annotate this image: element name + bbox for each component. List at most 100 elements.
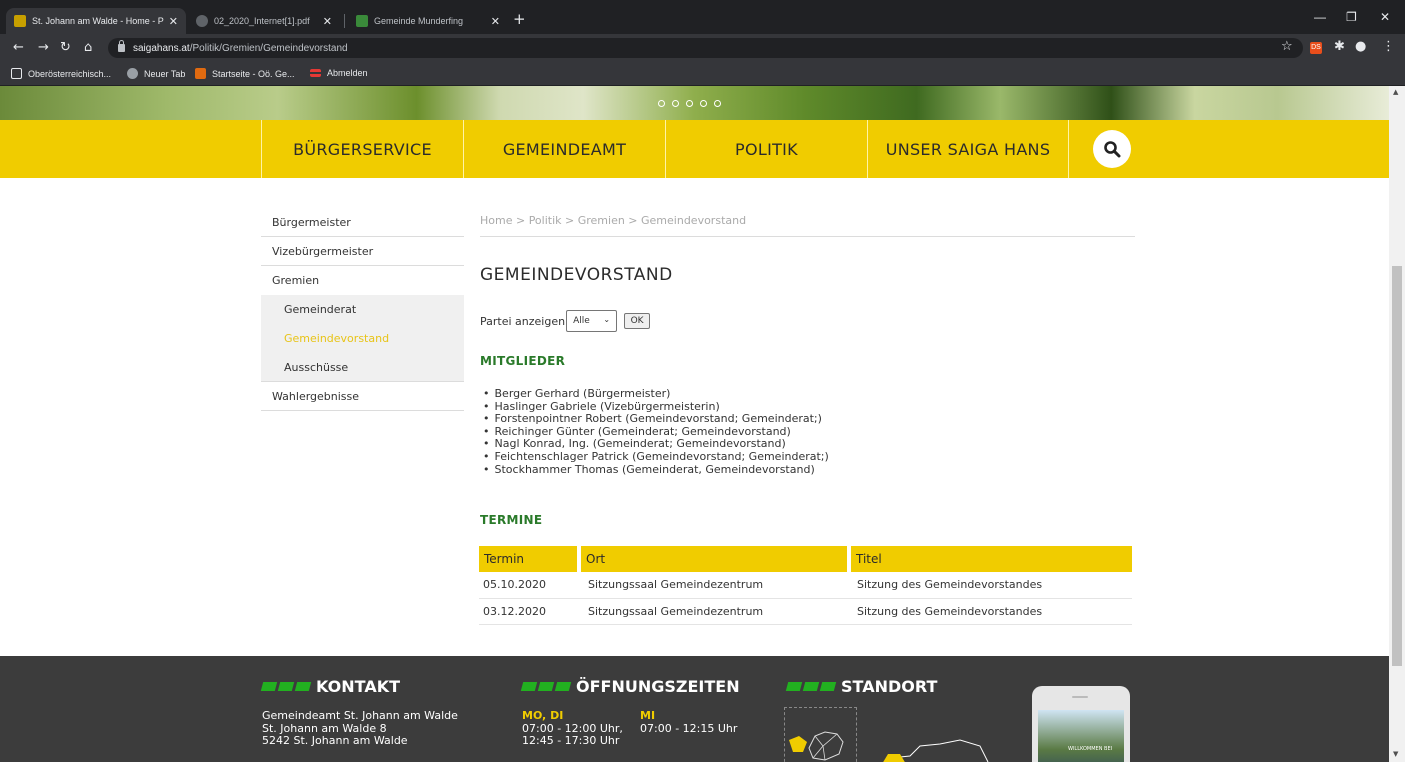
column-header-termin: Termin: [479, 546, 581, 572]
new-tab-icon[interactable]: +: [513, 10, 526, 28]
restore-icon[interactable]: ❐: [1346, 10, 1357, 24]
sidebar-item-gemeindevorstand[interactable]: Gemeindevorstand: [261, 324, 464, 353]
bookmark-item[interactable]: Neuer Tab: [127, 68, 185, 79]
menu-kebab-icon[interactable]: ⋮: [1382, 40, 1395, 54]
sidebar-item-ausschuesse[interactable]: Ausschüsse: [261, 353, 464, 382]
minimize-icon[interactable]: —: [1314, 10, 1326, 24]
tab-munderfing[interactable]: Gemeinde Munderfing ✕: [348, 8, 508, 34]
footer-standort-title-text: STANDORT: [841, 677, 938, 696]
breadcrumb[interactable]: Home > Politik > Gremien > Gemeindevorst…: [480, 214, 746, 227]
list-item: Berger Gerhard (Bürgermeister): [483, 387, 829, 401]
phone-speaker: [1072, 696, 1088, 698]
ok-button[interactable]: OK: [624, 313, 651, 329]
list-item: Feichtenschlager Patrick (Gemeindevorsta…: [483, 450, 829, 464]
opening-time: 12:45 - 17:30 Uhr: [522, 734, 620, 747]
close-icon[interactable]: ✕: [323, 15, 332, 28]
phone-welcome-text: WILLKOMMEN BEI: [1068, 746, 1113, 752]
termin-location: Sitzungssaal Gemeindezentrum: [579, 572, 849, 599]
back-icon[interactable]: ←: [13, 41, 24, 55]
site-footer: KONTAKT Gemeindeamt St. Johann am Walde …: [0, 656, 1389, 762]
slider-dot[interactable]: [658, 100, 665, 107]
url-path: /Politik/Gremien/Gemeindevorstand: [189, 42, 348, 54]
nav-unser-saiga-hans[interactable]: UNSER SAIGA HANS: [867, 120, 1069, 178]
footer-kontakt-title: KONTAKT: [260, 677, 401, 696]
scroll-down-icon[interactable]: ▼: [1393, 750, 1398, 758]
window-close-icon[interactable]: ✕: [1380, 10, 1390, 24]
browser-tab-bar: St. Johann am Walde - Home - P ✕ 02_2020…: [0, 0, 1405, 34]
bookmark-label: Abmelden: [327, 68, 368, 78]
nav-politik[interactable]: POLITIK: [665, 120, 867, 178]
table-row: 03.12.2020 Sitzungssaal Gemeindezentrum …: [479, 598, 1132, 625]
app-promo-phone[interactable]: WILLKOMMEN BEI: [1032, 686, 1130, 762]
members-list: Berger Gerhard (Bürgermeister) Haslinger…: [483, 387, 829, 477]
party-select[interactable]: Alle ⌄: [566, 310, 618, 332]
search-button[interactable]: [1093, 130, 1131, 168]
scroll-up-icon[interactable]: ▲: [1393, 88, 1398, 96]
termin-location: Sitzungssaal Gemeindezentrum: [579, 598, 849, 625]
extensions-puzzle-icon[interactable]: ✱: [1334, 40, 1345, 54]
bookmark-item[interactable]: Abmelden: [310, 68, 368, 78]
reload-icon[interactable]: ↻: [60, 41, 71, 55]
url-host: saigahans.at: [133, 42, 190, 54]
tab-title: 02_2020_Internet[1].pdf: [214, 16, 310, 26]
chevron-down-icon: ⌄: [603, 315, 611, 324]
sidebar-item-vizebuergermeister[interactable]: Vizebürgermeister: [261, 237, 464, 266]
table-row: 05.10.2020 Sitzungssaal Gemeindezentrum …: [479, 572, 1132, 599]
column-header-titel: Titel: [849, 546, 1132, 572]
browser-toolbar: ← → ↻ ⌂ saigahans.at /Politik/Gremien/Ge…: [0, 34, 1405, 62]
slider-dot[interactable]: [686, 100, 693, 107]
opening-hours-mo-di: MO, DI 07:00 - 12:00 Uhr, 12:45 - 17:30 …: [522, 709, 623, 748]
close-icon[interactable]: ✕: [169, 15, 178, 28]
profile-avatar-icon[interactable]: ●: [1355, 40, 1366, 54]
sidebar-navigation: Bürgermeister Vizebürgermeister Gremien …: [261, 208, 464, 411]
slider-dot[interactable]: [714, 100, 721, 107]
list-item: Forstenpointner Robert (Gemeindevorstand…: [483, 413, 829, 426]
opening-day: MO, DI: [522, 709, 564, 722]
slider-dot[interactable]: [672, 100, 679, 107]
list-item: Stockhammer Thomas (Gemeinderat, Gemeind…: [483, 463, 829, 477]
lock-icon: [118, 40, 125, 52]
sidebar-item-wahlergebnisse[interactable]: Wahlergebnisse: [261, 382, 464, 411]
nav-buergerservice[interactable]: BÜRGERSERVICE: [261, 120, 463, 178]
members-heading: MITGLIEDER: [480, 354, 566, 368]
page-title: GEMEINDEVORSTAND: [480, 265, 673, 285]
extension-icon[interactable]: DS: [1310, 42, 1322, 54]
party-filter: Partei anzeigen Alle ⌄ OK: [480, 310, 651, 332]
footer-oeffnungszeiten-title: ÖFFNUNGSZEITEN: [520, 677, 740, 696]
search-icon: [1104, 141, 1121, 158]
bookmark-favicon-icon: [11, 68, 22, 79]
filter-label: Partei anzeigen: [480, 314, 566, 328]
globe-icon: [127, 68, 138, 79]
location-map-small[interactable]: [784, 707, 857, 762]
scrollbar-thumb[interactable]: [1392, 266, 1402, 666]
tab-title: St. Johann am Walde - Home - P: [32, 16, 164, 26]
bookmark-item[interactable]: Oberösterreichisch...: [11, 68, 111, 79]
party-select-value: Alle: [573, 316, 590, 326]
termin-date: 05.10.2020: [479, 572, 579, 599]
footer-kontakt-title-text: KONTAKT: [316, 677, 401, 696]
slider-dot[interactable]: [700, 100, 707, 107]
green-bars-icon: [785, 682, 837, 691]
address-bar[interactable]: saigahans.at /Politik/Gremien/Gemeindevo…: [108, 38, 1303, 58]
nav-gemeindeamt[interactable]: GEMEINDEAMT: [463, 120, 665, 178]
sidebar-item-buergermeister[interactable]: Bürgermeister: [261, 208, 464, 237]
bookmark-label: Neuer Tab: [144, 68, 186, 79]
page-scrollbar[interactable]: ▲ ▼: [1389, 86, 1405, 762]
close-icon[interactable]: ✕: [491, 15, 500, 28]
termine-heading: TERMINE: [480, 513, 543, 527]
home-icon[interactable]: ⌂: [84, 41, 92, 55]
page-viewport: BÜRGERSERVICE GEMEINDEAMT POLITIK UNSER …: [0, 86, 1389, 762]
breadcrumb-divider: [480, 236, 1135, 237]
tab-pdf[interactable]: 02_2020_Internet[1].pdf ✕: [188, 8, 340, 34]
column-header-ort: Ort: [579, 546, 851, 572]
termin-title: Sitzung des Gemeindevorstandes: [849, 598, 1132, 625]
sidebar-item-gemeinderat[interactable]: Gemeinderat: [261, 295, 464, 324]
bookmark-item[interactable]: Startseite - Oö. Ge...: [195, 68, 295, 79]
bookmark-star-icon[interactable]: ☆: [1281, 40, 1293, 54]
sidebar-item-gremien[interactable]: Gremien: [261, 266, 464, 295]
tab-st-johann[interactable]: St. Johann am Walde - Home - P ✕: [6, 8, 186, 34]
tab-divider: [344, 14, 345, 28]
main-navigation: BÜRGERSERVICE GEMEINDEAMT POLITIK UNSER …: [0, 120, 1389, 178]
bookmarks-bar: Oberösterreichisch... Neuer Tab Startsei…: [0, 62, 1405, 86]
forward-icon[interactable]: →: [38, 41, 49, 55]
